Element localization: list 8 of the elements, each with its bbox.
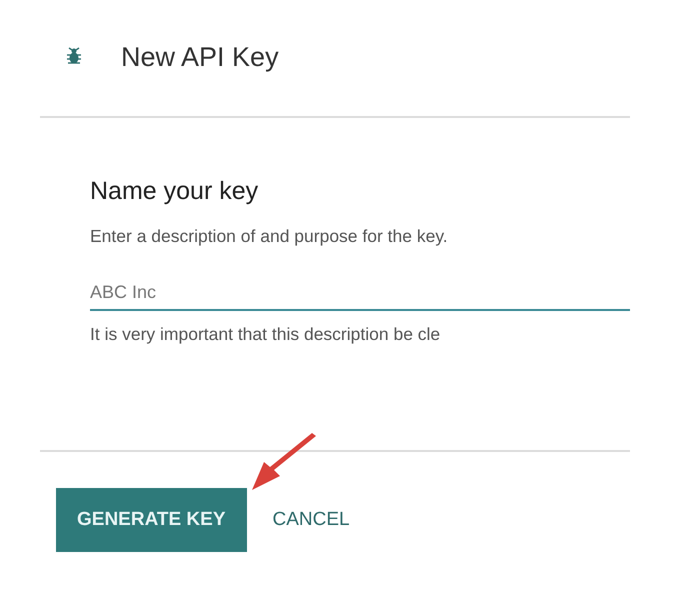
bug-icon <box>66 47 82 65</box>
description-field[interactable]: ABC Inc <box>90 279 630 312</box>
helper-text: It is very important that this description be cle <box>90 323 442 346</box>
section-heading: Name your key <box>90 176 260 207</box>
cancel-button[interactable]: CANCEL <box>254 488 368 552</box>
description-text: Enter a description of and purpose for the key. <box>90 225 449 248</box>
dialog-title: New API Key <box>121 40 279 74</box>
generate-button[interactable]: GENERATE KEY <box>56 488 247 552</box>
